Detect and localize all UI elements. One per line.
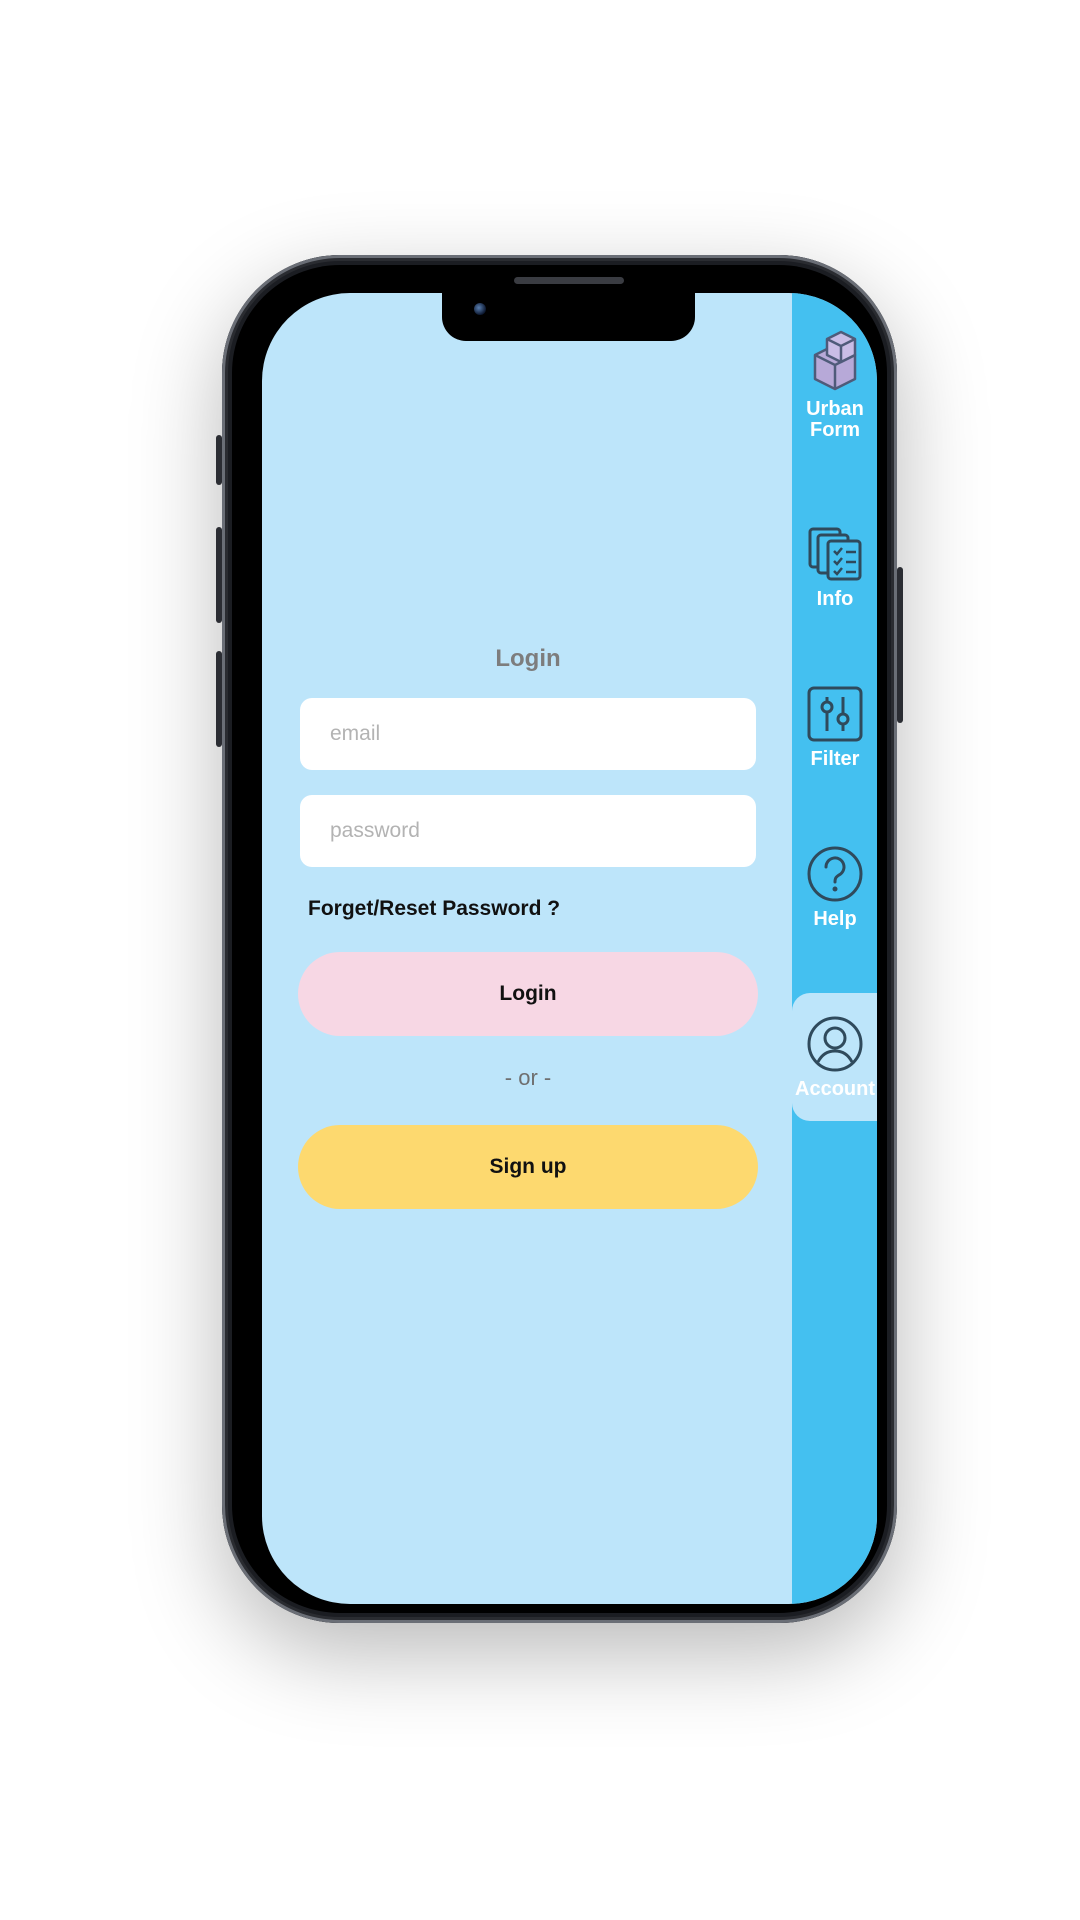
nav-item-filter[interactable]: Filter [792, 685, 877, 770]
account-user-icon [806, 1015, 864, 1073]
phone-bezel: Login Forget/Reset Password ? Login - or… [232, 265, 887, 1613]
email-input[interactable] [328, 721, 728, 747]
nav-item-help[interactable]: Help [792, 845, 877, 930]
nav-label-filter: Filter [810, 748, 860, 770]
phone-mockup: Login Forget/Reset Password ? Login - or… [216, 255, 903, 1623]
document-stack-icon [806, 525, 864, 583]
nav-label-info: Info [816, 588, 854, 610]
login-button[interactable]: Login [298, 952, 758, 1036]
camera-icon [474, 303, 486, 315]
email-field[interactable] [300, 698, 756, 770]
urban-form-logo-icon [807, 327, 863, 393]
phone-volume-up [216, 527, 222, 623]
brand-label-line2: Form [810, 419, 860, 441]
app-screen: Login Forget/Reset Password ? Login - or… [262, 293, 877, 1604]
phone-notch [442, 293, 695, 341]
nav-label-help: Help [813, 908, 857, 930]
nav-item-info[interactable]: Info [792, 525, 877, 610]
nav-rail: Urban Form Info Filter Help Account [792, 293, 877, 1604]
forgot-password-link[interactable]: Forget/Reset Password ? [308, 897, 560, 921]
or-divider: - or - [504, 1065, 552, 1090]
password-field[interactable] [300, 795, 756, 867]
nav-label-account: Account [795, 1078, 875, 1100]
filter-sliders-icon [806, 685, 864, 743]
phone-volume-down [216, 651, 222, 747]
nav-item-account[interactable]: Account [792, 993, 877, 1121]
brand-label-line1: Urban [806, 398, 864, 420]
nav-brand-urban-form[interactable]: Urban Form [792, 327, 877, 441]
signup-button[interactable]: Sign up [298, 1125, 758, 1209]
phone-mute-switch [216, 435, 222, 485]
help-question-icon [806, 845, 864, 903]
password-input[interactable] [328, 818, 728, 844]
phone-speaker [514, 277, 624, 284]
phone-power-button [897, 567, 903, 723]
canvas: Login Forget/Reset Password ? Login - or… [0, 0, 1080, 1920]
login-title: Login [495, 645, 561, 672]
